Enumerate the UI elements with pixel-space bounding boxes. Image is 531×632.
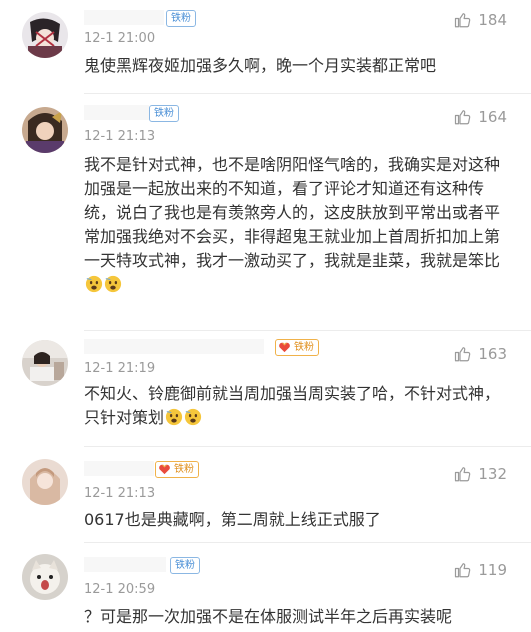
comment-text-body: 鬼使黑辉夜姬加强多久啊，晚一个月实装都正常吧 bbox=[84, 56, 437, 75]
like-count: 163 bbox=[478, 345, 507, 363]
comment-time: 12-1 20:59 bbox=[84, 582, 156, 597]
thumbs-up-icon bbox=[455, 13, 471, 28]
comment-text-body: 不知火、铃鹿御前就当周加强当周实装了哈，不针对式神，只针对策划 bbox=[84, 384, 501, 427]
heart-badge-icon bbox=[279, 342, 290, 353]
divider bbox=[84, 93, 531, 94]
avatar-image bbox=[22, 12, 68, 58]
avatar[interactable] bbox=[22, 107, 68, 153]
fan-badge[interactable]: 铁粉 bbox=[155, 461, 199, 478]
username-redacted[interactable] bbox=[84, 339, 264, 354]
divider bbox=[84, 446, 531, 447]
comment-text-body: 我不是针对式神，也不是啥阴阳怪气啥的，我确实是对这种加强是一起放出来的不知道，看… bbox=[84, 155, 501, 270]
thumbs-up-icon bbox=[455, 467, 471, 482]
fan-badge-label: 铁粉 bbox=[175, 560, 195, 571]
thumbs-up-icon bbox=[455, 110, 471, 125]
avatar-image bbox=[22, 107, 68, 153]
comment-text: ？可是那一次加强不是在体服测试半年之后再实装呢 bbox=[84, 605, 514, 629]
comment-text-body: 0617也是典藏啊，第二周就上线正式服了 bbox=[84, 510, 381, 529]
avatar[interactable] bbox=[22, 340, 68, 386]
divider bbox=[84, 542, 531, 543]
avatar[interactable] bbox=[22, 12, 68, 58]
fearful-face-emoji-icon bbox=[165, 408, 183, 426]
fan-badge[interactable]: 铁粉 bbox=[170, 557, 200, 574]
username-redacted[interactable] bbox=[84, 10, 164, 25]
comment-time: 12-1 21:13 bbox=[84, 129, 156, 144]
avatar-image bbox=[22, 554, 68, 600]
thumbs-up-icon bbox=[455, 563, 471, 578]
fan-badge-label: 铁粉 bbox=[154, 108, 174, 119]
fearful-face-emoji-icon bbox=[85, 275, 103, 293]
like-count: 184 bbox=[478, 11, 507, 29]
avatar[interactable] bbox=[22, 459, 68, 505]
avatar-image bbox=[22, 459, 68, 505]
fan-badge[interactable]: 铁粉 bbox=[275, 339, 319, 356]
username-redacted[interactable] bbox=[84, 105, 149, 120]
fan-badge-label: 铁粉 bbox=[174, 464, 194, 475]
like-button[interactable]: 184 bbox=[454, 10, 507, 30]
avatar[interactable] bbox=[22, 554, 68, 600]
fan-badge[interactable]: 铁粉 bbox=[166, 10, 196, 27]
fearful-face-emoji-icon bbox=[104, 275, 122, 293]
comment-text-body: ？可是那一次加强不是在体服测试半年之后再实装呢 bbox=[84, 607, 453, 626]
fan-badge-label: 铁粉 bbox=[171, 13, 191, 24]
like-count: 119 bbox=[478, 561, 507, 579]
like-button[interactable]: 164 bbox=[454, 107, 507, 127]
fearful-face-emoji-icon bbox=[184, 408, 202, 426]
like-button[interactable]: 132 bbox=[454, 464, 507, 484]
comment-text: 0617也是典藏啊，第二周就上线正式服了 bbox=[84, 508, 514, 532]
comment-time: 12-1 21:19 bbox=[84, 361, 156, 376]
avatar-image bbox=[22, 340, 68, 386]
like-count: 164 bbox=[478, 108, 507, 126]
fan-badge[interactable]: 铁粉 bbox=[149, 105, 179, 122]
comment-text: 鬼使黑辉夜姬加强多久啊，晚一个月实装都正常吧 bbox=[84, 54, 514, 78]
thumbs-up-icon bbox=[455, 347, 471, 362]
like-count: 132 bbox=[478, 465, 507, 483]
heart-badge-icon bbox=[159, 464, 170, 475]
comment-text: 我不是针对式神，也不是啥阴阳怪气啥的，我确实是对这种加强是一起放出来的不知道，看… bbox=[84, 153, 514, 297]
like-button[interactable]: 119 bbox=[454, 560, 507, 580]
divider bbox=[84, 330, 531, 331]
fan-badge-label: 铁粉 bbox=[294, 342, 314, 353]
like-button[interactable]: 163 bbox=[454, 344, 507, 364]
comment-time: 12-1 21:00 bbox=[84, 31, 156, 46]
username-redacted[interactable] bbox=[84, 461, 154, 476]
username-redacted[interactable] bbox=[84, 557, 166, 572]
comment-text: 不知火、铃鹿御前就当周加强当周实装了哈，不针对式神，只针对策划 bbox=[84, 382, 514, 430]
comment-time: 12-1 21:13 bbox=[84, 486, 156, 501]
